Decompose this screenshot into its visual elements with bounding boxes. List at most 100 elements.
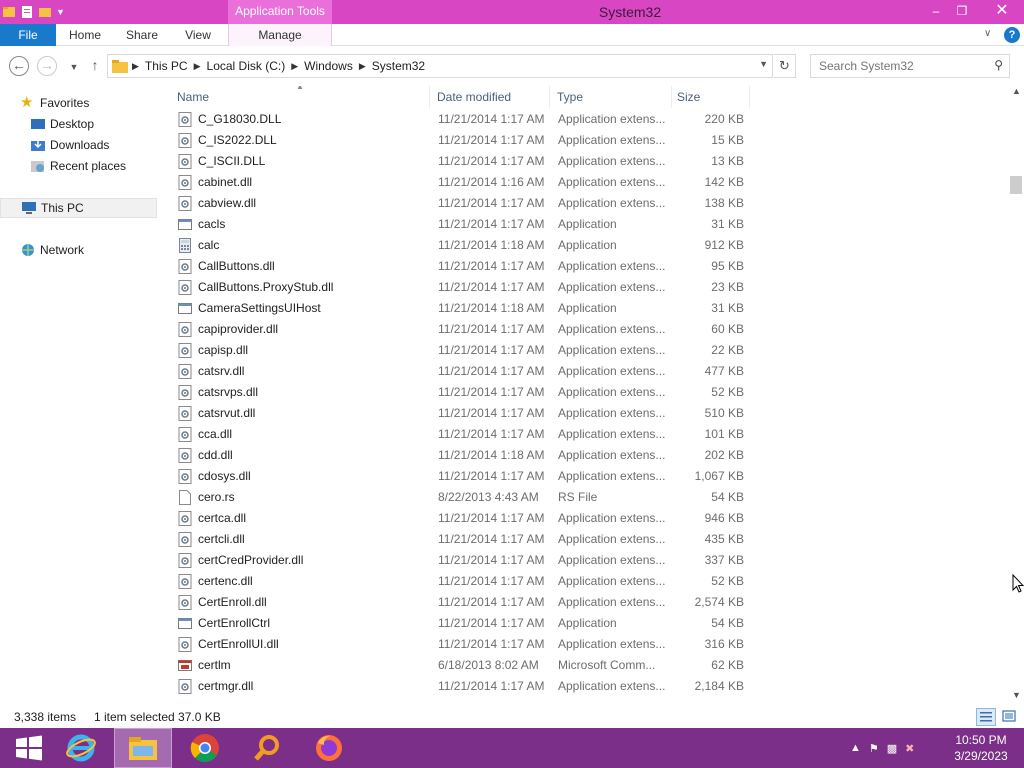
nav-recent-places[interactable]: Recent places [30,156,126,176]
action-center-flag-icon[interactable]: ⚑ [869,742,879,755]
tab-file[interactable]: File [0,24,56,46]
file-row[interactable]: CameraSettingsUIHost 11/21/2014 1:18 AM Ap… [170,298,1008,319]
taskbar-file-explorer[interactable] [114,728,172,768]
crumb-local-disk[interactable]: Local Disk (C:) [207,59,286,73]
taskbar-search[interactable] [238,728,296,768]
file-row[interactable]: CallButtons.dll 11/21/2014 1:17 AM Applica… [170,256,1008,277]
file-row[interactable]: cabview.dll 11/21/2014 1:17 AM Application… [170,193,1008,214]
file-row[interactable]: certenc.dll 11/21/2014 1:17 AM Application… [170,571,1008,592]
file-row[interactable]: calc 11/21/2014 1:18 AM Application 912 KB [170,235,1008,256]
file-type: Application extens... [558,259,666,273]
crumb-this-pc[interactable]: This PC [145,59,188,73]
column-type[interactable]: Type [550,86,672,108]
new-folder-icon[interactable] [38,5,52,19]
file-row[interactable]: cdosys.dll 11/21/2014 1:17 AM Application … [170,466,1008,487]
crumb-windows[interactable]: Windows [304,59,353,73]
file-row[interactable]: capiprovider.dll 11/21/2014 1:17 AM Applic… [170,319,1008,340]
search-icon[interactable]: ⚲ [994,58,1003,72]
file-row[interactable]: catsrvut.dll 11/21/2014 1:17 AM Applicatio… [170,403,1008,424]
up-button[interactable]: ↑ [85,56,105,76]
properties-icon[interactable] [20,5,34,19]
column-size[interactable]: Size [670,86,750,108]
file-row[interactable]: cero.rs 8/22/2013 4:43 AM RS File 54 KB [170,487,1008,508]
file-row[interactable]: CertEnrollUI.dll 11/21/2014 1:17 AM Applic… [170,634,1008,655]
file-date-modified: 11/21/2014 1:17 AM [438,511,545,525]
file-row[interactable]: certlm 6/18/2013 8:02 AM Microsoft Comm...… [170,655,1008,676]
search-input[interactable] [811,55,981,77]
show-hidden-icons-icon[interactable]: ▲ [850,742,861,754]
file-row[interactable]: certCredProvider.dll 11/21/2014 1:17 AM Ap… [170,550,1008,571]
close-button[interactable]: ✕ [980,0,1024,22]
vertical-scrollbar[interactable]: ▲ ▼ [1008,86,1024,704]
details-view-button[interactable] [976,708,996,726]
file-list[interactable]: ▲ Name Date modified Type Size C_G18030.… [170,86,1008,704]
crumb-separator-icon[interactable]: ▶ [132,61,139,72]
file-date-modified: 11/21/2014 1:17 AM [438,427,545,441]
crumb-separator-icon[interactable]: ▶ [194,61,201,72]
details-view-icon [980,712,992,722]
tab-home[interactable]: Home [62,24,108,46]
nav-desktop[interactable]: Desktop [30,114,94,134]
file-name: certca.dll [198,511,247,525]
search-box[interactable]: ⚲ [810,54,1010,78]
nav-this-pc[interactable]: This PC [0,198,157,218]
taskbar-chrome[interactable] [176,728,234,768]
file-name: calc [198,238,220,252]
file-row[interactable]: catsrv.dll 11/21/2014 1:17 AM Application … [170,361,1008,382]
file-row[interactable]: certcli.dll 11/21/2014 1:17 AM Application… [170,529,1008,550]
crumb-system32[interactable]: System32 [372,59,425,73]
nav-favorites[interactable]: ★ Favorites [20,93,89,113]
file-name: C_ISCII.DLL [198,154,266,168]
file-type: Application extens... [558,364,666,378]
file-row[interactable]: CallButtons.ProxyStub.dll 11/21/2014 1:17… [170,277,1008,298]
forward-button[interactable]: → [37,56,57,76]
volume-muted-icon[interactable]: ✖ [905,742,914,755]
file-row[interactable]: catsrvps.dll 11/21/2014 1:17 AM Applicatio… [170,382,1008,403]
tab-share[interactable]: Share [118,24,166,46]
file-row[interactable]: CertEnroll.dll 11/21/2014 1:17 AM Applicat… [170,592,1008,613]
clock[interactable]: 10:50 PM 3/29/2023 [944,732,1018,764]
file-date-modified: 11/21/2014 1:17 AM [438,259,545,273]
address-bar[interactable]: ▶ This PC ▶ Local Disk (C:) ▶ Windows ▶ … [107,54,773,78]
recent-locations-icon[interactable]: ▼ [64,58,84,78]
refresh-button[interactable]: ↻ [774,54,796,78]
file-row[interactable]: cabinet.dll 11/21/2014 1:16 AM Application… [170,172,1008,193]
expand-ribbon-icon[interactable]: ∨ [984,28,991,39]
file-row[interactable]: certca.dll 11/21/2014 1:17 AM Application … [170,508,1008,529]
file-row[interactable]: capisp.dll 11/21/2014 1:17 AM Application … [170,340,1008,361]
taskbar-internet-explorer[interactable] [52,728,110,768]
file-row[interactable]: certmgr.dll 11/21/2014 1:17 AM Application… [170,676,1008,697]
tab-manage[interactable]: Manage [228,24,332,46]
dll-file-icon [178,574,192,589]
large-icons-view-button[interactable] [1000,708,1020,726]
scroll-up-icon[interactable]: ▲ [1012,86,1021,96]
qat-dropdown-icon[interactable]: ▼ [56,7,65,17]
scrollbar-thumb[interactable] [1010,176,1022,194]
tab-view[interactable]: View [176,24,220,46]
taskbar-firefox[interactable] [300,728,358,768]
file-row[interactable]: C_G18030.DLL 11/21/2014 1:17 AM Applicatio… [170,109,1008,130]
help-icon[interactable]: ? [1004,27,1020,43]
scroll-down-icon[interactable]: ▼ [1012,690,1021,700]
file-row[interactable]: cacls 11/21/2014 1:17 AM Application 31 KB [170,214,1008,235]
address-dropdown-icon[interactable]: ▼ [759,59,768,69]
start-button[interactable] [0,728,58,768]
file-date-modified: 11/21/2014 1:17 AM [438,637,545,651]
file-row[interactable]: C_ISCII.DLL 11/21/2014 1:17 AM Application… [170,151,1008,172]
column-name[interactable]: Name [170,86,430,108]
file-row[interactable]: cdd.dll 11/21/2014 1:18 AM Application ext… [170,445,1008,466]
navigation-pane: ★ Favorites Desktop Downloads Recent pla… [0,88,160,702]
back-button[interactable]: ← [9,56,29,76]
column-date-modified[interactable]: Date modified [430,86,550,108]
crumb-separator-icon[interactable]: ▶ [359,61,366,72]
network-status-icon[interactable]: ▩ [887,742,897,755]
nav-downloads[interactable]: Downloads [30,135,109,155]
file-row[interactable]: C_IS2022.DLL 11/21/2014 1:17 AM Applicatio… [170,130,1008,151]
file-row[interactable]: cca.dll 11/21/2014 1:17 AM Application ext… [170,424,1008,445]
file-row[interactable]: CertEnrollCtrl 11/21/2014 1:17 AM Applicat… [170,613,1008,634]
crumb-separator-icon[interactable]: ▶ [291,61,298,72]
file-name: certmgr.dll [198,679,254,693]
restore-button[interactable]: ❐ [946,0,978,22]
context-tab-group: Application Tools [228,0,332,24]
nav-network[interactable]: Network [20,240,84,260]
